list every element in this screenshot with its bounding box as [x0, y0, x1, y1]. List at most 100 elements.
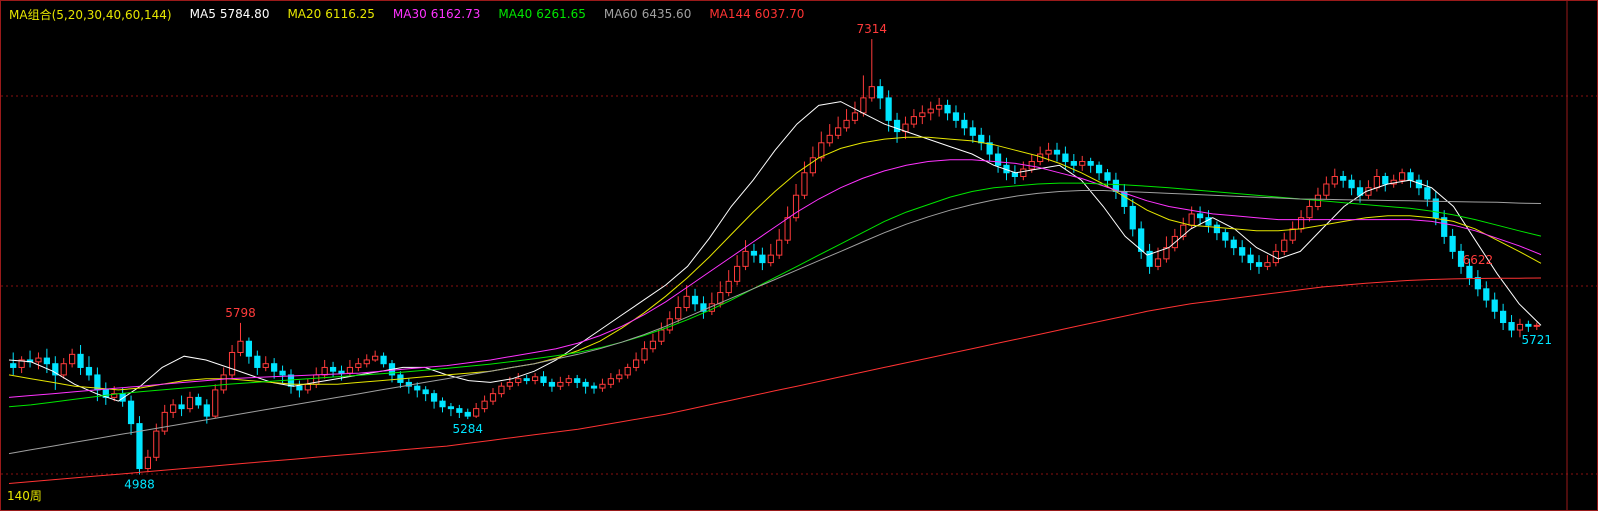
- candle-up: [927, 101, 934, 121]
- candle-body: [1188, 213, 1195, 226]
- candle-body: [557, 381, 564, 387]
- candle-down: [1087, 157, 1094, 173]
- candle-up: [616, 369, 623, 383]
- candle-up: [708, 292, 715, 316]
- candle-down: [1121, 183, 1128, 214]
- candle-body: [868, 86, 875, 99]
- candle-body: [153, 430, 160, 458]
- candle-down: [287, 369, 295, 394]
- candle-body: [574, 378, 581, 383]
- candle-up: [633, 352, 640, 372]
- candle-body: [1533, 324, 1540, 327]
- low-price-label: 5721: [1522, 333, 1553, 347]
- candle-body: [750, 250, 758, 256]
- candle-down: [994, 146, 1002, 173]
- candle-body: [481, 400, 488, 410]
- candle-body: [734, 265, 741, 282]
- candle-down: [1441, 210, 1448, 244]
- candle-body: [1104, 172, 1111, 181]
- candle-down: [1474, 270, 1481, 297]
- candle-body: [346, 366, 354, 374]
- candle-body: [245, 340, 253, 357]
- candle-body: [1011, 172, 1019, 178]
- candle-body: [161, 411, 168, 432]
- candle-down: [422, 386, 429, 402]
- candle-down: [1500, 303, 1507, 331]
- candle-body: [1255, 262, 1263, 267]
- candle-down: [178, 395, 185, 417]
- candle-body: [885, 97, 892, 121]
- candle-body: [489, 393, 497, 402]
- candle-body: [843, 119, 850, 129]
- candle-body: [607, 378, 614, 385]
- candle-down: [195, 393, 202, 409]
- candle-up: [607, 373, 614, 389]
- candle-body: [759, 254, 766, 264]
- candle-body: [203, 404, 210, 417]
- candle-down: [245, 337, 253, 364]
- candle-up: [35, 352, 42, 370]
- candle-body: [1129, 205, 1136, 230]
- candle-down: [1146, 243, 1153, 274]
- candle-body: [321, 366, 328, 376]
- candle-body: [910, 116, 917, 125]
- candle-body: [1306, 205, 1313, 219]
- candle-down: [414, 382, 421, 398]
- candle-down: [102, 382, 109, 405]
- candle-body: [1323, 183, 1330, 196]
- candle-body: [725, 280, 732, 294]
- candle-up: [1289, 221, 1296, 244]
- candle-down: [986, 135, 993, 162]
- candle-up: [1390, 174, 1397, 188]
- candle-body: [599, 383, 606, 389]
- candle-up: [666, 311, 673, 334]
- candle-up: [153, 423, 160, 462]
- candle-down: [271, 358, 278, 379]
- candle-body: [127, 400, 135, 425]
- candle-down: [1491, 292, 1498, 319]
- candle-down: [1247, 247, 1254, 271]
- candle-up: [936, 97, 943, 117]
- candle-body: [523, 378, 530, 382]
- candle-down: [397, 371, 404, 389]
- candle-body: [85, 366, 93, 376]
- candle-body: [1424, 187, 1431, 200]
- candle-body: [1247, 254, 1254, 264]
- candle-down: [380, 352, 387, 368]
- candle-body: [1222, 232, 1229, 241]
- candle-body: [136, 423, 143, 470]
- candle-down: [296, 380, 303, 398]
- candle-up: [843, 109, 850, 132]
- candle-up: [481, 395, 488, 413]
- candle-body: [540, 376, 547, 383]
- candle-body: [1087, 161, 1094, 166]
- candle-down: [1348, 174, 1355, 196]
- candle-up: [624, 363, 631, 379]
- candle-up: [919, 105, 926, 125]
- candle-body: [195, 396, 202, 406]
- candle-down: [1415, 174, 1423, 196]
- candle-down: [439, 397, 446, 413]
- candle-up: [372, 350, 379, 362]
- candle-up: [658, 322, 665, 345]
- candle-down: [77, 344, 84, 375]
- candle-body: [498, 385, 505, 395]
- candle-up: [161, 404, 168, 435]
- candle-down: [10, 352, 17, 375]
- candle-down: [1230, 236, 1237, 256]
- candle-down: [464, 408, 471, 420]
- candle-down: [1508, 315, 1515, 338]
- candle-down: [1112, 172, 1120, 199]
- candle-up: [675, 296, 682, 323]
- candlestick-chart: 7314 5798 6622 4988 5284 5721: [1, 1, 1597, 510]
- candle-body: [767, 254, 774, 264]
- candle-body: [675, 307, 682, 320]
- high-price-label: 5798: [225, 306, 256, 320]
- candle-body: [936, 104, 943, 110]
- candle-body: [1449, 235, 1456, 252]
- candle-body: [1348, 179, 1355, 189]
- candle-down: [978, 127, 985, 151]
- candle-down: [1239, 240, 1246, 263]
- candle-up: [767, 243, 774, 267]
- candle-up: [784, 206, 791, 244]
